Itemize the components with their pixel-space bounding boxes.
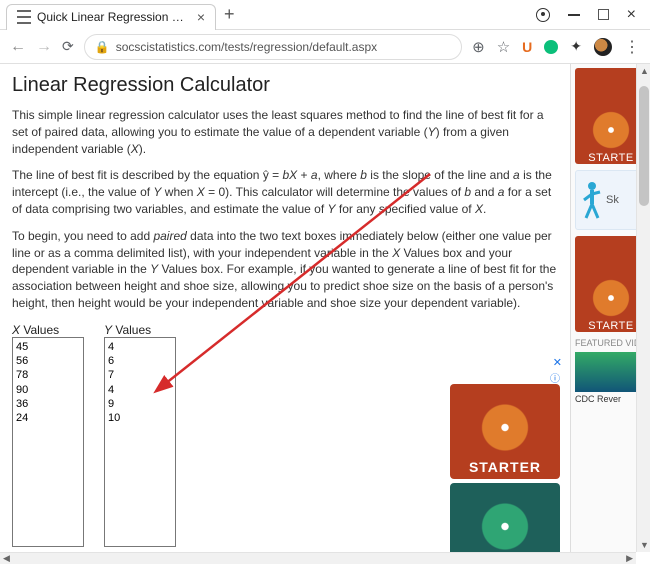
scroll-up-icon[interactable]: ▲ [640,66,649,76]
url-text: socscistatistics.com/tests/regression/de… [116,40,377,54]
page-title: Linear Regression Calculator [12,74,558,97]
scroll-thumb[interactable] [639,86,649,206]
kebab-menu-icon[interactable]: ⋮ [624,37,640,57]
x-values-input[interactable] [12,337,84,547]
browser-titlebar: Quick Linear Regression Calculat × + × [0,0,650,30]
new-tab-button[interactable]: + [224,4,235,25]
profile-avatar[interactable] [594,38,612,56]
intro-paragraph-2: The line of best fit is described by the… [12,167,558,217]
y-values-label: Y Values [104,323,151,337]
ad-close-icon[interactable]: ✕ [553,356,562,369]
ad-info-icon[interactable]: ⓘ [550,370,560,385]
horizontal-scrollbar[interactable]: ◀ ▶ [0,552,636,564]
inline-ad-block: ✕ ⓘ STARTER CREATOR [450,384,560,552]
browser-toolbar: ← → ⟳ 🔒 socscistatistics.com/tests/regre… [0,30,650,64]
close-tab-icon[interactable]: × [197,9,205,25]
ad-mascot-icon [588,276,634,320]
tab-favicon [17,10,31,24]
ad-starter[interactable]: STARTER [450,384,560,479]
maximize-button[interactable] [598,9,609,20]
tab-title: Quick Linear Regression Calculat [37,10,189,24]
account-icon[interactable] [536,8,550,22]
search-icon[interactable]: ⊕ [472,38,485,56]
ad-mascot-icon [475,499,535,552]
x-values-label: X Values [12,323,59,337]
stick-figure-icon [582,180,602,220]
intro-paragraph-1: This simple linear regression calculator… [12,107,558,157]
minimize-button[interactable] [568,14,580,16]
bookmark-icon[interactable]: ☆ [497,38,510,56]
lock-icon: 🔒 [95,40,110,54]
extension-green-icon[interactable] [544,40,558,54]
forward-button[interactable]: → [36,38,52,56]
address-bar[interactable]: 🔒 socscistatistics.com/tests/regression/… [84,34,462,60]
ad-mascot-icon [475,400,535,455]
scroll-right-icon[interactable]: ▶ [626,553,633,564]
close-window-button[interactable]: × [627,6,636,24]
window-controls: × [536,6,650,24]
vertical-scrollbar[interactable]: ▲ ▼ [636,64,650,552]
page-content: Linear Regression Calculator This simple… [0,64,570,552]
y-values-input[interactable] [104,337,176,547]
intro-paragraph-3: To begin, you need to add paired data in… [12,228,558,312]
viewport: Linear Regression Calculator This simple… [0,64,650,552]
back-button[interactable]: ← [10,38,26,56]
scroll-down-icon[interactable]: ▼ [640,540,649,550]
ad-mascot-icon [588,108,634,152]
scroll-left-icon[interactable]: ◀ [3,553,10,564]
reload-button[interactable]: ⟳ [62,38,74,55]
browser-tab[interactable]: Quick Linear Regression Calculat × [6,4,216,30]
extension-u-icon[interactable]: U [522,39,532,55]
ad-creator[interactable]: CREATOR [450,483,560,552]
extensions-icon[interactable]: ✦ [570,38,582,55]
